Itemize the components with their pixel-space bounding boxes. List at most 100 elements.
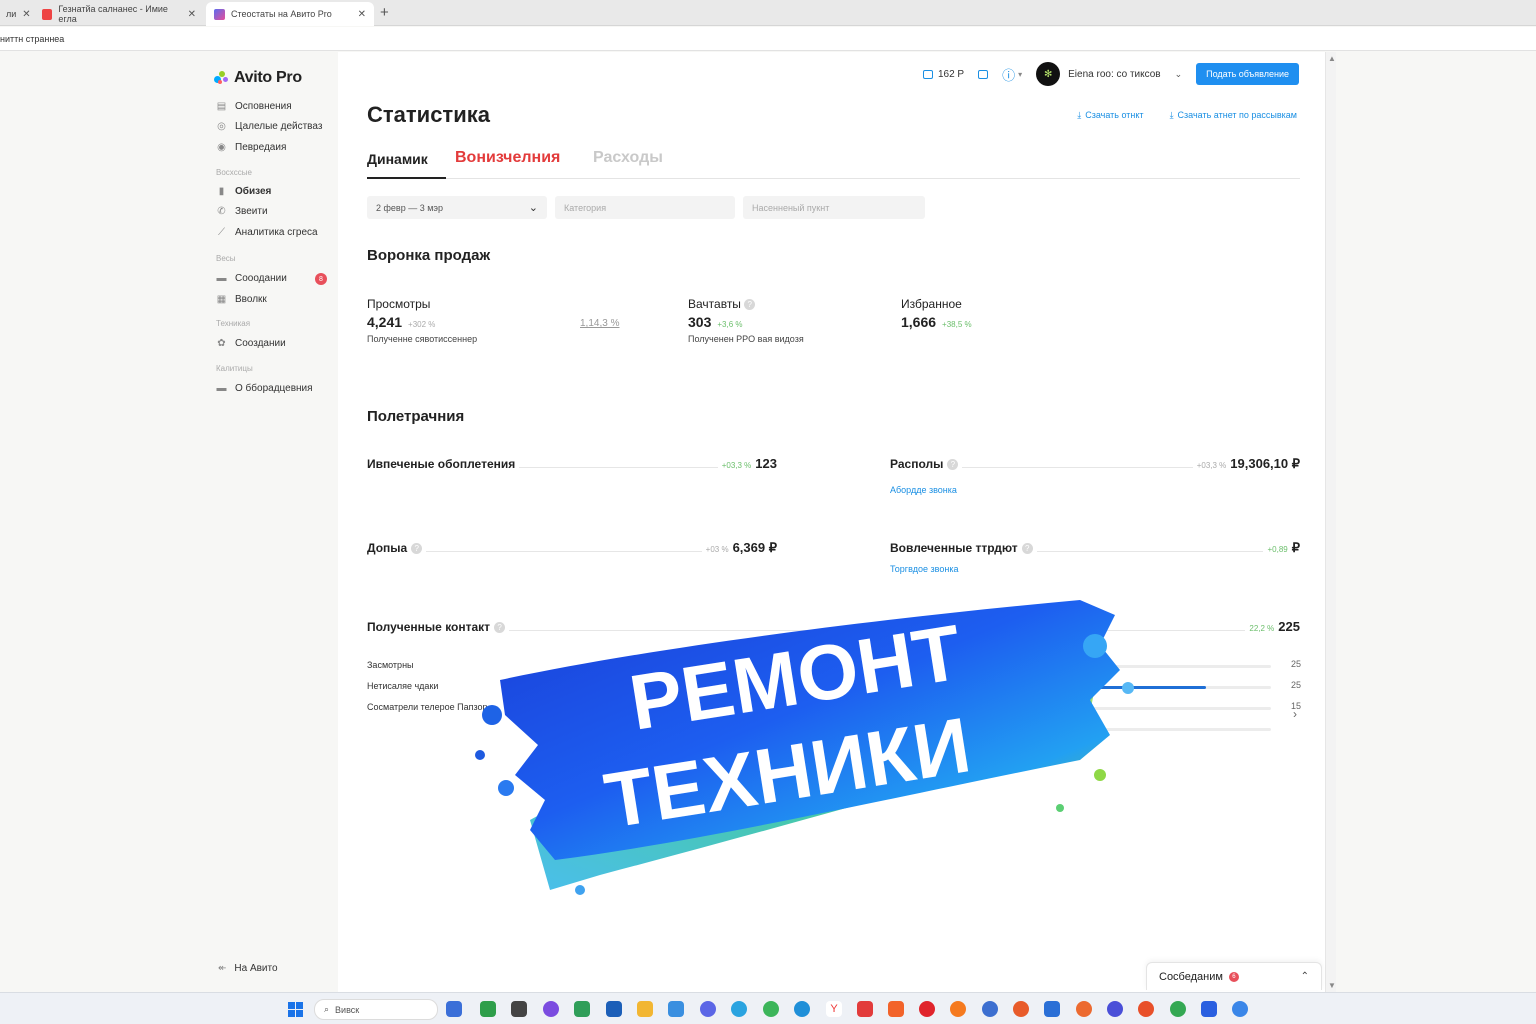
date-range-value: 2 февр — 3 мэр — [376, 202, 443, 213]
help-icon[interactable]: ? — [744, 299, 756, 311]
paint-drop — [1122, 682, 1134, 694]
new-tab-button[interactable]: + — [380, 4, 389, 21]
tab-close-icon[interactable]: ✕ — [22, 9, 30, 20]
mail-icon[interactable] — [668, 1001, 684, 1017]
help-icon[interactable]: ? — [947, 458, 959, 470]
app-icon[interactable] — [1138, 1001, 1154, 1017]
wallet-balance[interactable]: 162 Р — [922, 69, 964, 80]
help-icon[interactable]: ? — [1021, 542, 1033, 554]
sidebar-item-label: Осповнения — [235, 101, 292, 112]
sidebar-item-overview[interactable]: ▤ Осповнения — [216, 101, 292, 112]
sidebar-item-demand[interactable]: ⟋ Аналитика сгреса — [216, 227, 318, 238]
app-icon[interactable] — [1044, 1001, 1060, 1017]
stats-tabs: Динамик Вонизчелния Расходы — [367, 147, 1300, 179]
screen-icon[interactable] — [978, 69, 989, 79]
gear-icon: ✿ — [217, 338, 226, 349]
category-select[interactable]: Категория — [555, 196, 735, 219]
app-icon[interactable] — [857, 1001, 873, 1017]
avito-pro-logo[interactable]: Avito Pro — [214, 69, 302, 87]
metric-detail-link[interactable]: Торгвдое звонка — [890, 564, 958, 574]
app-icon[interactable] — [1232, 1001, 1248, 1017]
metric-label-text: Вовлеченные ттрдют — [890, 541, 1018, 555]
tab-close-icon[interactable]: ✕ — [188, 9, 196, 20]
sidebar-item-general[interactable]: ▮ Обизея — [216, 186, 272, 197]
messages-widget[interactable]: Сосбеданим 6 ⌃ — [1146, 962, 1322, 990]
metric-label-text: Допыа — [367, 541, 408, 555]
sidebar: Avito Pro ▤ Осповнения ◎ Цалелые действа… — [200, 52, 338, 992]
edge-icon[interactable] — [794, 1001, 810, 1017]
scroll-down-icon[interactable]: ▼ — [1328, 981, 1336, 990]
chevron-down-icon: ▾ — [1018, 69, 1023, 79]
tab-dynamics[interactable]: Динамик — [367, 151, 446, 179]
date-range-select[interactable]: 2 февр — 3 мэр ⌄ — [367, 196, 547, 219]
subrow-label: Нетисаляе чдаки — [367, 681, 439, 691]
sidebar-item-actions[interactable]: ◎ Цалелые действаз — [216, 121, 322, 132]
sidebar-item-views[interactable]: ◉ Певредаия — [216, 142, 286, 153]
chevron-right-icon[interactable]: › — [1293, 707, 1297, 721]
browser-tab[interactable]: Гезнатйа салнанес - Имие егла ✕ — [34, 2, 204, 26]
paint-drop — [475, 750, 485, 760]
paint-drop — [1094, 769, 1106, 781]
store-icon[interactable] — [606, 1001, 622, 1017]
metric-change: +03,3 % — [1196, 461, 1227, 470]
spend-title: Полетрачния — [367, 408, 465, 425]
stat-change: +3,6 % — [717, 320, 743, 329]
folder-icon: ▬ — [216, 383, 227, 394]
subrow-value: 25 — [1290, 680, 1301, 690]
post-ad-button[interactable]: Подать объявление — [1196, 63, 1299, 85]
app-icon[interactable] — [982, 1001, 998, 1017]
app-icon[interactable] — [480, 1001, 496, 1017]
stat-value-row: 4,241 +302 % — [367, 314, 477, 330]
sidebar-item-calls[interactable]: ✆ Звеити — [216, 206, 267, 217]
sidebar-item-settings[interactable]: ✿ Сооздании — [216, 338, 285, 349]
brave-icon[interactable] — [888, 1001, 904, 1017]
browser-tab[interactable]: ли ✕ — [0, 2, 32, 26]
sidebar-item-equipment[interactable]: ▬ О бборадцевния — [216, 383, 313, 394]
opera-icon[interactable] — [919, 1001, 935, 1017]
taskbar-search[interactable]: ⌕ Вивск — [314, 999, 438, 1020]
browser-tab-active[interactable]: Стеостаты на Авито Pro ✕ — [206, 2, 374, 26]
funnel-stat-favorites: Избранное 1,666 +38,5 % — [901, 297, 972, 330]
folder-icon[interactable] — [637, 1001, 653, 1017]
download-report-link[interactable]: ⤓ Сзачать отнкт — [1077, 110, 1143, 121]
widgets-icon[interactable] — [446, 1001, 462, 1017]
sidebar-item-label: Цалелые действаз — [235, 121, 323, 132]
help-icon[interactable]: ? — [411, 542, 423, 554]
tab-title: Гезнатйа салнанес - Имие егла — [58, 4, 168, 24]
user-menu[interactable]: ✻ Eiena roo: со тиксов ⌄ — [1036, 62, 1182, 86]
metric-label: Допыа? — [367, 541, 427, 555]
app-icon[interactable] — [574, 1001, 590, 1017]
app-icon[interactable] — [1076, 1001, 1092, 1017]
task-view-icon[interactable] — [511, 1001, 527, 1017]
help-menu[interactable]: ⓘ ▾ — [1002, 65, 1022, 84]
app-icon[interactable] — [1107, 1001, 1123, 1017]
tab-involvement[interactable]: Вонизчелния — [455, 149, 560, 175]
app-icon[interactable] — [1201, 1001, 1217, 1017]
back-to-avito-link[interactable]: ↞ На Авито — [218, 963, 278, 974]
city-input[interactable]: Насенненый пукнт — [743, 196, 925, 219]
download-mailing-report-link[interactable]: ⤓ Сзачать атнет по рассывкам — [1170, 110, 1297, 121]
start-icon[interactable] — [288, 1002, 303, 1017]
scroll-up-icon[interactable]: ▲ — [1328, 54, 1336, 63]
telegram-icon[interactable] — [731, 1001, 747, 1017]
app-icon[interactable] — [543, 1001, 559, 1017]
stat-change: +302 % — [408, 320, 436, 329]
chrome-icon[interactable] — [1170, 1001, 1186, 1017]
app-icon[interactable] — [763, 1001, 779, 1017]
firefox-icon[interactable] — [950, 1001, 966, 1017]
yandex-icon[interactable]: Y — [826, 1001, 842, 1017]
app-icon[interactable] — [1013, 1001, 1029, 1017]
subrow-value: 25 — [1290, 659, 1301, 669]
address-bar[interactable]: ниттн страннеа — [0, 27, 1536, 51]
tab-close-icon[interactable]: ✕ — [358, 9, 366, 20]
metric-value: 225 — [1278, 619, 1300, 634]
tab-expenses[interactable]: Расходы — [593, 149, 663, 175]
sidebar-item-widgets[interactable]: ▦ Вволкк — [216, 294, 267, 305]
messages-widget-label: Сосбеданим — [1159, 970, 1223, 983]
chevron-up-icon[interactable]: ⌃ — [1301, 971, 1309, 982]
scrollbar[interactable]: ▲ ▼ — [1325, 52, 1336, 992]
metric-detail-link[interactable]: Абордде звонка — [890, 485, 957, 495]
metric-row: Допыа? +03 % 6,369 ₽ — [367, 540, 777, 557]
discord-icon[interactable] — [700, 1001, 716, 1017]
sidebar-item-messages[interactable]: ▬ Сооодании — [216, 273, 287, 284]
